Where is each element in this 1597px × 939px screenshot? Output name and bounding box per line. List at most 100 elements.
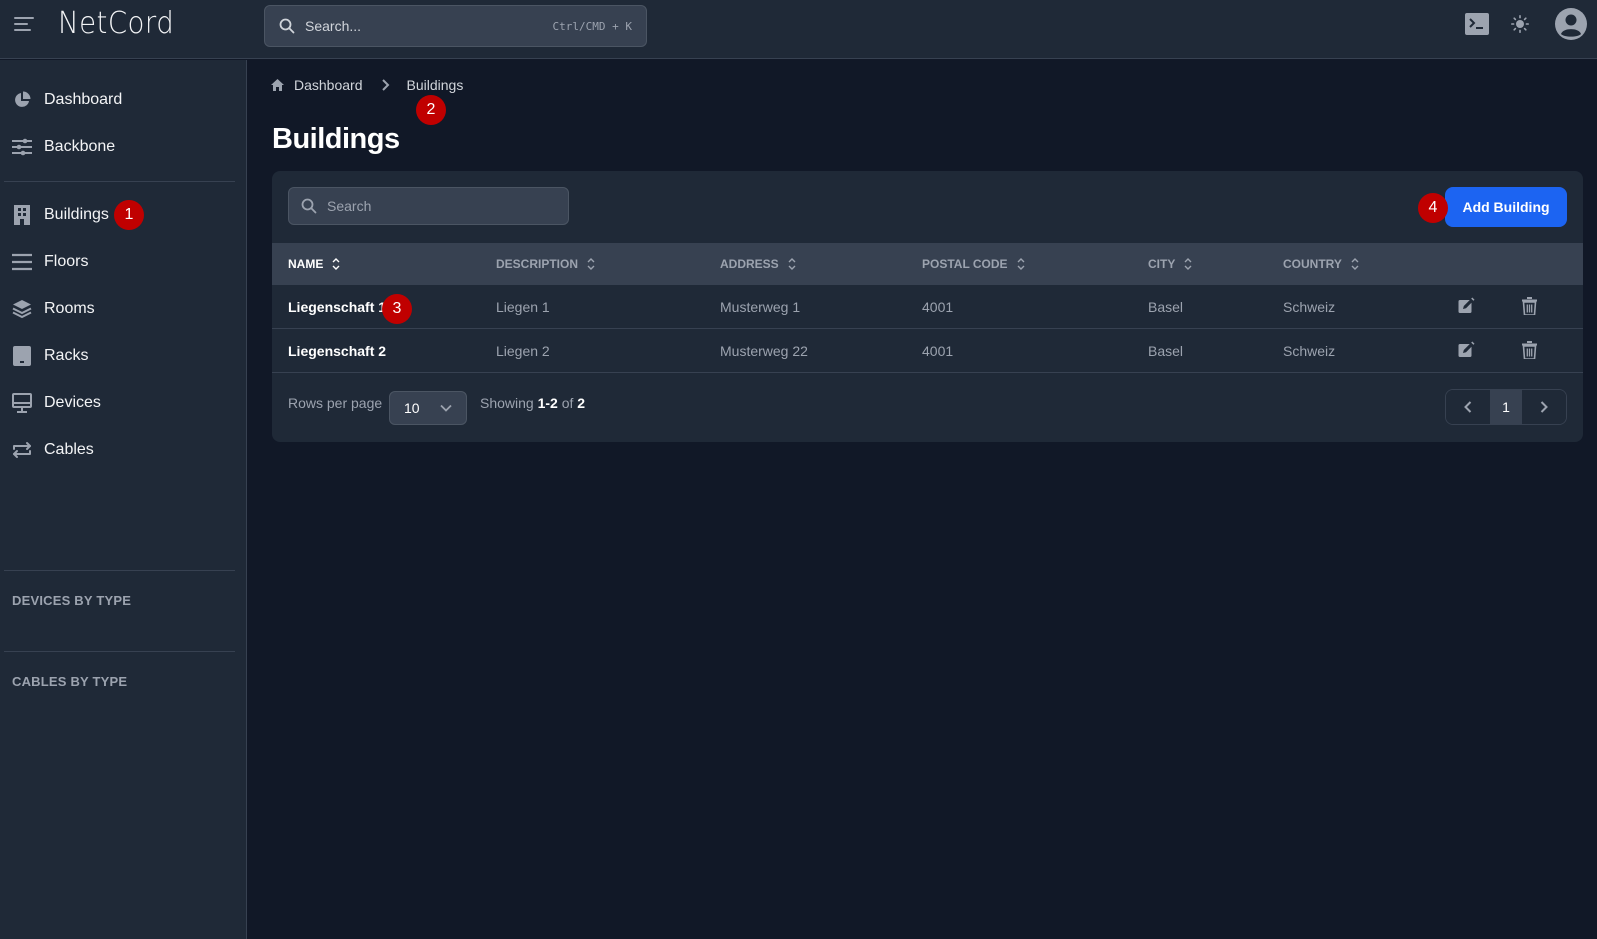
search-icon: [301, 198, 317, 214]
table-header: Name Description Address Postal Code Cit…: [272, 243, 1583, 285]
chevron-right-icon: [1541, 401, 1549, 413]
column-header-country[interactable]: Country: [1283, 243, 1359, 285]
rows-per-page-value: 10: [404, 400, 420, 416]
pagination-summary: Showing 1-2 of 2: [480, 395, 586, 411]
breadcrumb-current: Buildings: [406, 77, 464, 93]
bars-icon: [12, 253, 32, 271]
top-bar: NetCord Search... Ctrl/CMD + K: [0, 0, 1597, 59]
breadcrumb: Dashboard Buildings: [271, 77, 463, 93]
add-building-button[interactable]: Add Building: [1445, 187, 1567, 227]
column-header-address[interactable]: Address: [720, 243, 796, 285]
user-menu-button[interactable]: [1555, 8, 1587, 40]
edit-button[interactable]: [1458, 341, 1475, 363]
sidebar-item-cables[interactable]: Cables: [12, 435, 94, 465]
sidebar-item-racks[interactable]: Racks: [12, 341, 88, 371]
rack-icon: [13, 346, 31, 366]
cell-country: Schweiz: [1283, 299, 1336, 315]
layers-icon: [12, 300, 32, 319]
terminal-button[interactable]: [1465, 13, 1489, 35]
sidebar-divider: [4, 651, 235, 652]
cell-address: Musterweg 22: [720, 343, 808, 359]
sidebar-item-label: Dashboard: [44, 91, 123, 108]
edit-icon: [1458, 341, 1475, 357]
sidebar: Dashboard Backbone Buildings Floors Room…: [0, 60, 247, 939]
global-search-placeholder: Search...: [305, 18, 362, 34]
desktop-icon: [12, 393, 32, 413]
home-icon: [271, 79, 284, 91]
sidebar-item-label: Buildings: [44, 206, 109, 223]
sidebar-item-floors[interactable]: Floors: [12, 247, 88, 277]
app-logo[interactable]: NetCord: [58, 6, 174, 41]
chevron-left-icon: [1463, 401, 1471, 413]
next-page-button[interactable]: [1522, 390, 1566, 424]
sidebar-item-rooms[interactable]: Rooms: [12, 294, 95, 324]
cell-address: Musterweg 1: [720, 299, 801, 315]
pagination: 1: [1445, 389, 1567, 425]
annotation-badge: 1: [114, 200, 144, 230]
breadcrumb-dashboard-link[interactable]: Dashboard: [294, 77, 363, 93]
building-icon: [14, 205, 30, 225]
global-search-input[interactable]: Search... Ctrl/CMD + K: [264, 5, 647, 47]
search-shortcut-hint: Ctrl/CMD + K: [552, 19, 632, 33]
cell-postal-code: 4001: [922, 343, 954, 359]
rows-per-page-label: Rows per page: [288, 395, 383, 411]
section-cables-by-type: CABLES BY TYPE: [12, 674, 128, 689]
sort-icon: [587, 258, 595, 270]
sidebar-item-buildings[interactable]: Buildings: [12, 200, 109, 230]
table-row[interactable]: Liegenschaft 2 Liegen 2 Musterweg 22 400…: [272, 329, 1583, 373]
cell-description: Liegen 2: [496, 343, 550, 359]
edit-button[interactable]: [1458, 297, 1475, 319]
annotation-badge: 4: [1418, 193, 1448, 223]
menu-toggle-icon[interactable]: [14, 17, 34, 33]
user-avatar-icon: [1555, 8, 1587, 40]
column-header-city[interactable]: City: [1148, 243, 1192, 285]
section-devices-by-type: DEVICES BY TYPE: [12, 593, 132, 608]
delete-button[interactable]: [1522, 341, 1537, 364]
chevron-down-icon: [440, 404, 452, 412]
delete-button[interactable]: [1522, 297, 1537, 320]
sidebar-item-label: Racks: [44, 347, 89, 364]
sort-icon: [332, 258, 340, 270]
cell-description: Liegen 1: [496, 299, 550, 315]
sidebar-item-label: Floors: [44, 253, 89, 270]
column-header-description[interactable]: Description: [496, 243, 595, 285]
sidebar-item-label: Devices: [44, 394, 101, 411]
annotation-badge: 3: [382, 294, 412, 324]
rows-per-page-select[interactable]: 10: [389, 391, 467, 425]
previous-page-button[interactable]: [1446, 390, 1490, 424]
table-search-placeholder: Search: [327, 198, 372, 214]
trash-icon: [1522, 341, 1537, 360]
sidebar-item-label: Cables: [44, 441, 94, 458]
column-header-postal-code[interactable]: Postal Code: [922, 243, 1025, 285]
page-button-current[interactable]: 1: [1489, 390, 1523, 424]
sidebar-divider: [4, 181, 235, 182]
table-row[interactable]: Liegenschaft 1 Liegen 1 Musterweg 1 4001…: [272, 285, 1583, 329]
column-header-name[interactable]: Name: [288, 243, 340, 285]
cell-postal-code: 4001: [922, 299, 954, 315]
sidebar-item-dashboard[interactable]: Dashboard: [12, 85, 122, 115]
cell-name[interactable]: Liegenschaft 2: [288, 329, 386, 373]
pie-chart-icon: [15, 91, 31, 107]
sort-icon: [1184, 258, 1192, 270]
sort-icon: [1351, 258, 1359, 270]
sun-icon: [1511, 15, 1529, 33]
table-search-input[interactable]: Search: [288, 187, 569, 225]
cell-country: Schweiz: [1283, 343, 1336, 359]
cell-city: Basel: [1148, 299, 1184, 315]
sidebar-item-backbone[interactable]: Backbone: [12, 132, 115, 162]
page-title: Buildings: [272, 123, 400, 155]
sidebar-divider: [4, 570, 235, 571]
annotation-badge: 2: [416, 95, 446, 125]
cell-name[interactable]: Liegenschaft 1: [288, 285, 386, 329]
chevron-right-icon: [381, 79, 389, 91]
trash-icon: [1522, 297, 1537, 316]
sort-icon: [788, 258, 796, 270]
cell-city: Basel: [1148, 343, 1184, 359]
sidebar-item-devices[interactable]: Devices: [12, 388, 101, 418]
sidebar-item-label: Backbone: [44, 138, 116, 155]
edit-icon: [1458, 297, 1475, 313]
arrows-exchange-icon: [13, 442, 31, 458]
sort-icon: [1017, 258, 1025, 270]
theme-toggle-button[interactable]: [1511, 15, 1529, 33]
sidebar-item-label: Rooms: [44, 300, 95, 317]
